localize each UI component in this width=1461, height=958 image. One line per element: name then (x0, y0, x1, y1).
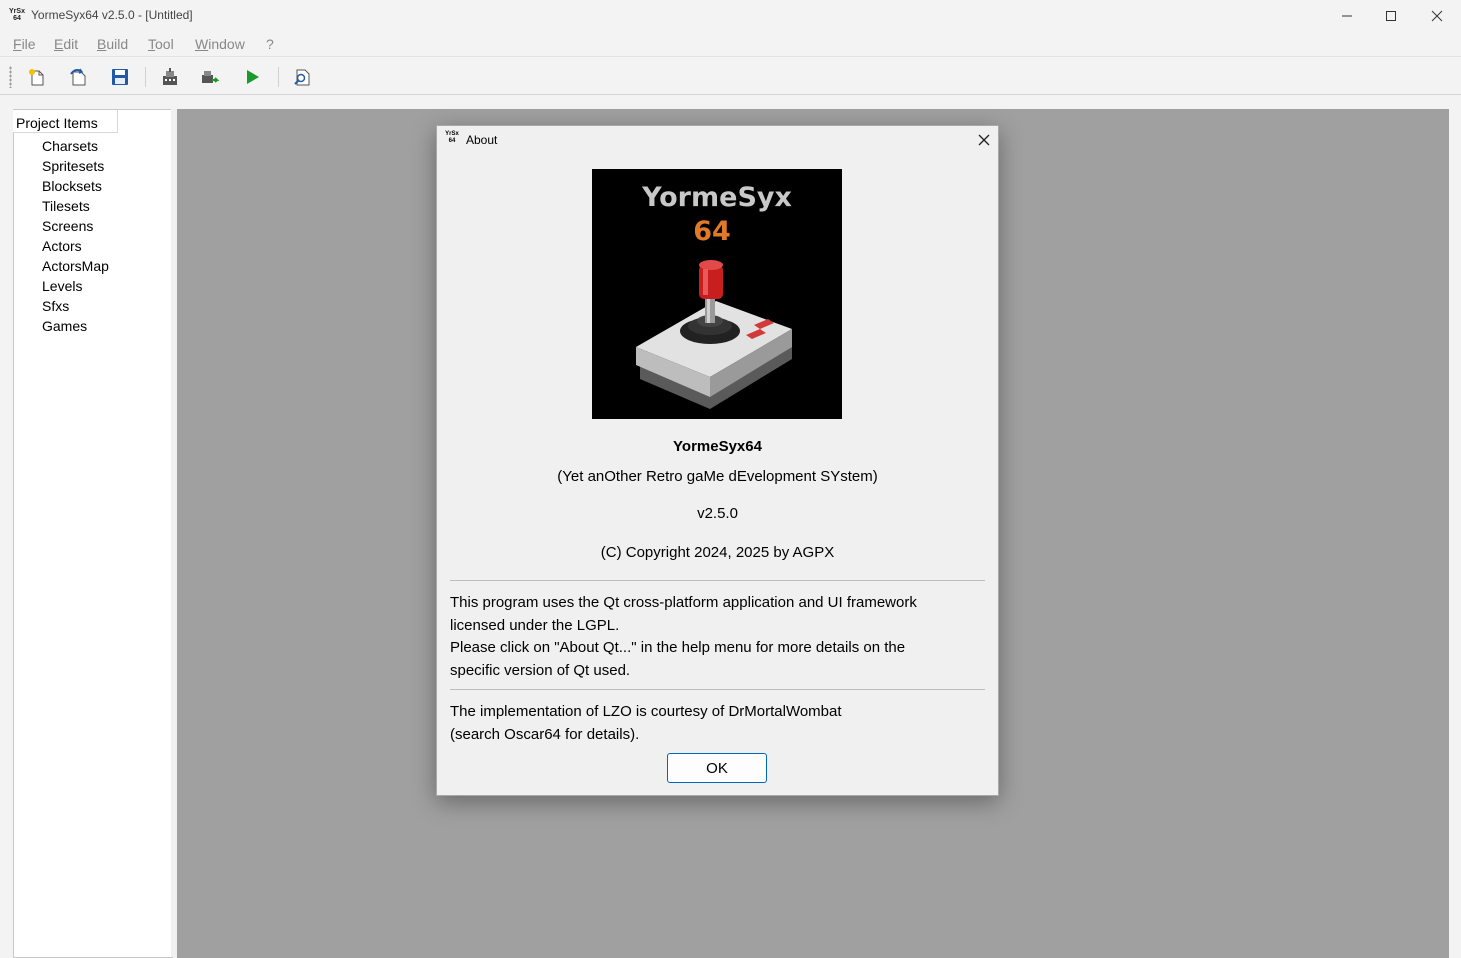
menu-build[interactable]: Build (97, 36, 128, 52)
dialog-title: About (466, 133, 498, 147)
build-button[interactable] (159, 66, 181, 88)
dialog-divider (450, 689, 985, 690)
about-copyright: (C) Copyright 2024, 2025 by AGPX (600, 544, 835, 561)
menu-file-accel: F (13, 36, 22, 52)
maximize-icon (1386, 10, 1396, 21)
lzo-notice-line: (search Oscar64 for details). (450, 725, 640, 743)
toolbar-grip[interactable] (9, 66, 12, 88)
lzo-notice-line: The implementation of LZO is courtesy of… (450, 703, 842, 720)
menu-edit[interactable]: Edit (54, 36, 78, 52)
save-icon (112, 69, 128, 85)
close-window-button[interactable] (1414, 0, 1460, 31)
dialog-icon-text-top: YrSx (445, 131, 459, 137)
menu-help-label: ? (266, 36, 274, 52)
new-project-icon (29, 69, 44, 86)
menu-tool-accel: T (148, 36, 155, 52)
new-project-button[interactable] (26, 66, 48, 88)
about-app-name: YormeSyx64 (673, 438, 762, 455)
menu-window[interactable]: Window (195, 36, 245, 52)
close-icon (978, 134, 990, 146)
app-logo: YormeSyx 64 (592, 169, 842, 419)
tree-item-games[interactable]: Games (42, 318, 87, 334)
save-button[interactable] (109, 66, 131, 88)
preview-button[interactable] (291, 66, 313, 88)
joystick-logo-icon: YormeSyx 64 (636, 182, 792, 409)
build-export-button[interactable] (199, 66, 221, 88)
menu-file[interactable]: File (13, 36, 36, 52)
ok-button-label: OK (706, 759, 728, 777)
tree-item-screens[interactable]: Screens (42, 218, 93, 234)
app-icon-text-bottom: 64 (13, 15, 21, 22)
tree-item-blocksets[interactable]: Blocksets (42, 178, 102, 194)
menu-build-accel: B (97, 36, 107, 52)
minimize-button[interactable] (1324, 0, 1370, 31)
about-version: v2.5.0 (697, 505, 738, 522)
menu-help[interactable]: ? (266, 36, 274, 52)
toolbar-separator (145, 67, 146, 87)
toolbar-separator (278, 67, 279, 87)
app-icon: YrSx 64 (9, 8, 25, 24)
minimize-icon (1342, 15, 1352, 16)
open-project-icon (70, 68, 86, 86)
dialog-app-icon: YrSx 64 (445, 131, 459, 145)
tree-item-spritesets[interactable]: Spritesets (42, 158, 104, 174)
tree-item-actorsmap[interactable]: ActorsMap (42, 258, 109, 274)
project-tree-header: Project Items (13, 110, 118, 133)
dialog-icon-text-bottom: 64 (448, 138, 456, 144)
tree-item-charsets[interactable]: Charsets (42, 138, 98, 154)
menu-window-accel: W (195, 36, 209, 52)
maximize-button[interactable] (1368, 0, 1414, 31)
qt-notice-line: licensed under the LGPL. (450, 616, 620, 634)
qt-notice-line: Please click on "About Qt..." in the hel… (450, 639, 906, 656)
tree-item-sfxs[interactable]: Sfxs (42, 298, 69, 314)
menu-window-label: indow (208, 36, 245, 52)
preview-icon (294, 69, 310, 86)
menu-build-label: uild (106, 36, 129, 52)
window-title: YormeSyx64 v2.5.0 - [Untitled] (31, 8, 193, 22)
ok-button[interactable]: OK (667, 753, 767, 783)
qt-notice-line: specific version of Qt used. (450, 661, 631, 679)
dialog-close-button[interactable] (974, 130, 994, 150)
tree-item-actors[interactable]: Actors (42, 238, 82, 254)
qt-notice-line: This program uses the Qt cross-platform … (450, 594, 917, 611)
title-bar (0, 0, 1461, 31)
menu-file-label: ile (21, 36, 36, 52)
close-icon (1431, 10, 1443, 21)
tree-item-tilesets[interactable]: Tilesets (42, 198, 90, 214)
menu-edit-label: dit (63, 36, 79, 52)
open-project-button[interactable] (68, 66, 90, 88)
app-icon-text-top: YrSx (9, 8, 25, 15)
about-lzo-notice: The implementation of LZO is courtesy of… (450, 701, 985, 746)
menu-edit-accel: E (54, 36, 64, 52)
about-subtitle: (Yet anOther Retro gaMe dEvelopment SYst… (557, 468, 878, 485)
menu-tool[interactable]: Tool (148, 36, 174, 52)
run-button[interactable] (241, 66, 263, 88)
dialog-divider (450, 580, 985, 581)
menu-tool-label: ool (155, 36, 174, 52)
logo-wordmark: YormeSyx (641, 182, 792, 213)
about-qt-notice: This program uses the Qt cross-platform … (450, 592, 985, 682)
run-icon (247, 70, 259, 84)
logo-number: 64 (693, 216, 731, 247)
build-icon (163, 68, 177, 85)
project-tree-panel (13, 109, 173, 958)
build-export-icon (202, 71, 220, 83)
tree-item-levels[interactable]: Levels (42, 278, 82, 294)
